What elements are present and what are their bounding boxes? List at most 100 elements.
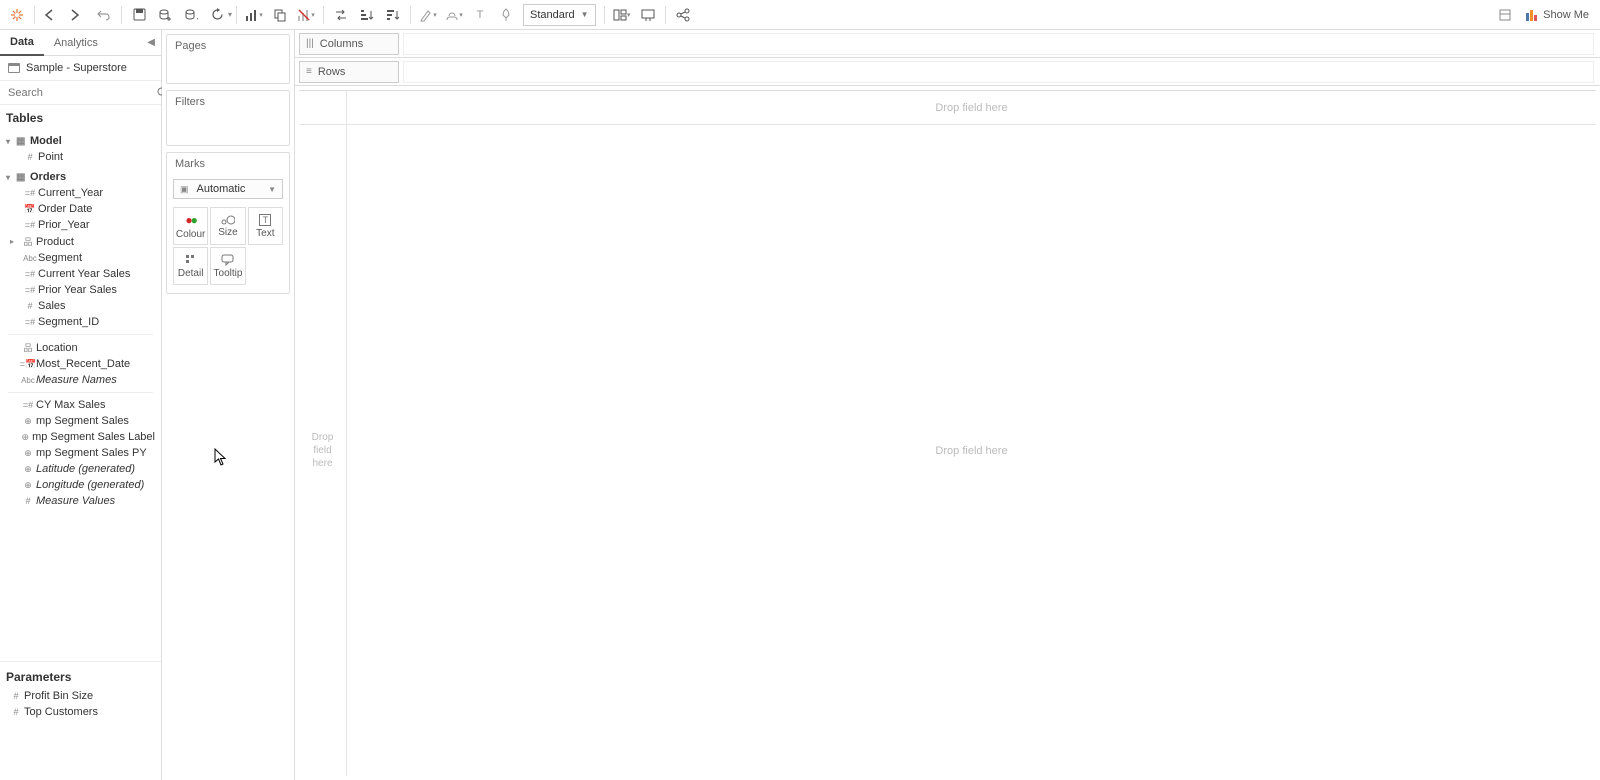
show-labels-button[interactable]: T [468, 3, 492, 27]
field-label: CY Max Sales [36, 399, 106, 411]
mark-detail-button[interactable]: Detail [173, 247, 208, 285]
field-prior-year[interactable]: =#Prior_Year [2, 217, 159, 233]
new-datasource-button[interactable] [153, 3, 177, 27]
field-cy-max-sales[interactable]: ▸=#CY Max Sales [2, 397, 159, 413]
sort-asc-button[interactable] [355, 3, 379, 27]
columns-icon: ||| [306, 38, 314, 49]
tables-header: Tables [0, 105, 161, 129]
date-icon: 📅 [22, 204, 38, 215]
field-location[interactable]: ▸品Location [2, 339, 159, 356]
rows-drop-zone[interactable] [403, 61, 1594, 83]
pages-shelf[interactable]: Pages [166, 34, 290, 84]
measure-fields: ▸=#CY Max Sales ▸⊕mp Segment Sales ▸⊕mp … [2, 397, 159, 509]
refresh-button[interactable] [205, 3, 229, 27]
presentation-button[interactable] [636, 3, 660, 27]
tableau-logo-icon[interactable] [5, 3, 29, 27]
rows-label: Rows [318, 66, 346, 78]
guide-button[interactable] [1493, 3, 1517, 27]
pages-label: Pages [167, 35, 289, 57]
forward-button[interactable] [66, 3, 90, 27]
param-profit-bin-size[interactable]: #Profit Bin Size [0, 688, 161, 704]
highlight-button[interactable]: ▾ [416, 3, 440, 27]
field-point[interactable]: # Point [2, 149, 159, 165]
field-mp-segment-sales[interactable]: ▸⊕mp Segment Sales [2, 413, 159, 429]
view-canvas[interactable]: Drop field here Drop field here Drop fie… [299, 90, 1596, 776]
separator [34, 6, 35, 24]
columns-shelf[interactable]: ||| Columns [299, 33, 399, 55]
sort-desc-button[interactable] [381, 3, 405, 27]
datasource-row[interactable]: Sample - Superstore [0, 56, 161, 81]
field-label: Sales [38, 300, 66, 312]
mark-btn-label: Tooltip [214, 268, 243, 279]
param-top-customers[interactable]: #Top Customers [0, 704, 161, 720]
calc-number-icon: =# [22, 220, 38, 230]
canvas-left-drop[interactable]: Drop field here [299, 125, 346, 776]
worksheet-area: ||| Columns ≡ Rows Drop field here Drop … [295, 30, 1600, 780]
number-icon: # [8, 691, 24, 701]
calc-number-icon: =# [22, 188, 38, 198]
marks-type-dropdown[interactable]: ▣ Automatic ▼ [173, 179, 283, 199]
field-mp-segment-sales-label[interactable]: ▸⊕mp Segment Sales Label [2, 429, 159, 445]
field-most-recent-date[interactable]: ▸=📅Most_Recent_Date [2, 356, 159, 372]
field-segment-id[interactable]: =#Segment_ID [2, 314, 159, 330]
field-product[interactable]: ▸品Product [2, 233, 159, 250]
field-measure-names[interactable]: ▸AbcMeasure Names [2, 372, 159, 388]
field-label: Segment_ID [38, 316, 99, 328]
filters-shelf[interactable]: Filters [166, 90, 290, 146]
group-button[interactable]: ▾ [442, 3, 466, 27]
field-current-year[interactable]: =#Current_Year [2, 185, 159, 201]
save-button[interactable] [127, 3, 151, 27]
field-current-year-sales[interactable]: =#Current Year Sales [2, 266, 159, 282]
fit-dropdown[interactable]: Standard ▼ [523, 4, 596, 26]
field-prior-year-sales[interactable]: =#Prior Year Sales [2, 282, 159, 298]
group-orders: ▾ ▦ Orders =#Current_Year 📅Order Date =#… [2, 169, 159, 330]
mark-tooltip-button[interactable]: Tooltip [210, 247, 245, 285]
new-worksheet-button[interactable]: ▾ [242, 3, 266, 27]
canvas-corner [299, 91, 346, 125]
undo-button[interactable] [92, 3, 116, 27]
rows-shelf-row: ≡ Rows [295, 58, 1600, 86]
abc-icon: Abc [20, 376, 36, 385]
number-icon: # [22, 301, 38, 311]
group-header-model[interactable]: ▾ ▦ Model [2, 133, 159, 149]
canvas-body-drop[interactable]: Drop field here [347, 125, 1596, 776]
mark-size-button[interactable]: Size [210, 207, 245, 245]
showme-button[interactable]: Show Me [1519, 3, 1595, 27]
back-button[interactable] [40, 3, 64, 27]
pause-autoupdate-button[interactable]: ▾ [179, 3, 203, 27]
rows-shelf[interactable]: ≡ Rows [299, 61, 399, 83]
swap-button[interactable] [329, 3, 353, 27]
field-mp-segment-sales-py[interactable]: ▸⊕mp Segment Sales PY [2, 445, 159, 461]
param-label: Profit Bin Size [24, 690, 93, 702]
collapse-sidebar-button[interactable]: ◀ [141, 37, 161, 48]
pin-button[interactable] [494, 3, 518, 27]
field-sales[interactable]: #Sales [2, 298, 159, 314]
tab-analytics[interactable]: Analytics [44, 30, 108, 56]
field-latitude[interactable]: ▸⊕Latitude (generated) [2, 461, 159, 477]
duplicate-button[interactable] [268, 3, 292, 27]
mark-text-button[interactable]: TText [248, 207, 283, 245]
caret-down-icon: ▾ [6, 173, 16, 182]
calc-number-icon: =# [22, 285, 38, 295]
separator [665, 6, 666, 24]
parameters-header: Parameters [0, 666, 161, 688]
show-cards-button[interactable]: ▾ [610, 3, 634, 27]
share-button[interactable] [671, 3, 695, 27]
number-icon: # [20, 496, 36, 506]
field-label: Point [38, 151, 63, 163]
data-sidebar: Data Analytics ◀ Sample - Superstore ▾ T… [0, 30, 162, 780]
search-input[interactable] [4, 85, 154, 101]
hierarchy-icon: 品 [20, 341, 36, 354]
table-icon: ▦ [16, 136, 30, 147]
field-segment[interactable]: AbcSegment [2, 250, 159, 266]
canvas-top-drop[interactable]: Drop field here [347, 91, 1596, 125]
tab-data[interactable]: Data [0, 30, 44, 56]
field-measure-values[interactable]: ▸#Measure Values [2, 493, 159, 509]
field-order-date[interactable]: 📅Order Date [2, 201, 159, 217]
columns-drop-zone[interactable] [403, 33, 1594, 55]
mark-colour-button[interactable]: ●●Colour [173, 207, 208, 245]
field-longitude[interactable]: ▸⊕Longitude (generated) [2, 477, 159, 493]
group-header-orders[interactable]: ▾ ▦ Orders [2, 169, 159, 185]
clear-button[interactable]: ▾ [294, 3, 318, 27]
text-icon: T [259, 214, 271, 226]
